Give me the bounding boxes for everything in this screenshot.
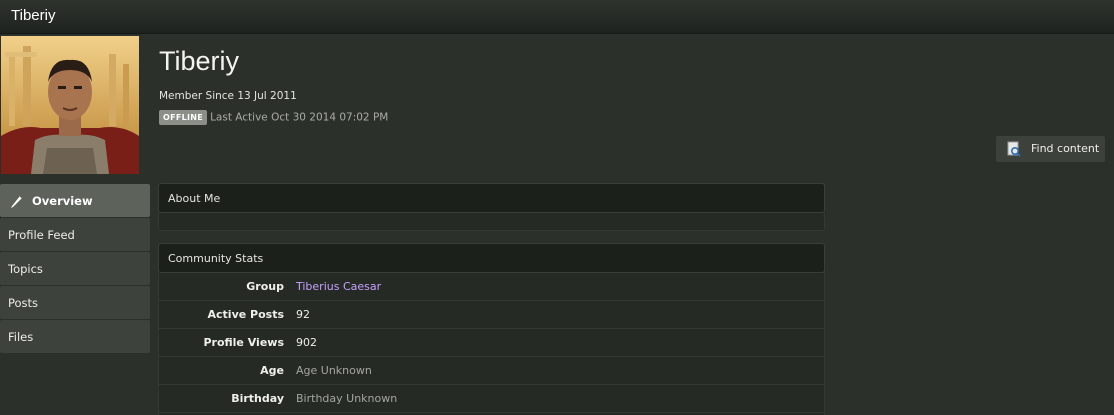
nav-item-label: Posts [8,296,39,310]
nav-item-label: Overview [32,194,93,208]
stat-value: 902 [296,336,317,349]
nav-item-topics[interactable]: Topics [0,252,150,285]
avatar-image [1,36,139,174]
page-header-title: Tiberiy [11,7,56,24]
stat-label: Age [260,364,284,377]
stat-label: Birthday [231,392,284,405]
stat-row-active-posts: Active Posts 92 [159,301,824,329]
nav-item-overview[interactable]: Overview [0,184,150,217]
find-content-button[interactable]: Find content [996,136,1105,162]
stat-row-age: Age Age Unknown [159,357,824,385]
about-me-title: About Me [168,192,221,205]
last-active: Last Active Oct 30 2014 07:02 PM [210,111,389,124]
stat-label: Active Posts [207,308,285,321]
about-me-header: About Me [158,183,825,213]
nav-item-profile-feed[interactable]: Profile Feed [0,218,150,251]
member-since: Member Since 13 Jul 2011 [159,90,297,102]
status-line: OFFLINE Last Active Oct 30 2014 07:02 PM [159,110,388,125]
page-header-bar: Tiberiy [0,0,1114,34]
stat-value: Birthday Unknown [296,392,398,405]
group-link[interactable]: Tiberius Caesar [296,280,381,293]
stat-row-birthday: Birthday Birthday Unknown [159,385,824,413]
community-stats-table: Group Tiberius Caesar Active Posts 92 Pr… [158,273,825,415]
nav-item-label: Profile Feed [8,228,75,242]
profile-nav: Overview Profile Feed Topics Posts Files [0,184,150,354]
stat-row-group: Group Tiberius Caesar [159,273,824,301]
community-stats-header: Community Stats [158,243,825,273]
pencil-icon [9,193,25,212]
profile-name: Tiberiy [159,46,240,76]
avatar[interactable] [1,36,139,174]
status-badge: OFFLINE [159,110,208,125]
nav-item-label: Topics [8,262,43,276]
community-stats-title: Community Stats [168,252,264,265]
nav-item-label: Files [8,330,34,344]
about-me-body [158,213,825,231]
stat-value: 92 [296,308,310,321]
nav-item-files[interactable]: Files [0,320,150,353]
stat-label: Group [246,280,284,293]
stat-row-profile-views: Profile Views 902 [159,329,824,357]
nav-item-posts[interactable]: Posts [0,286,150,319]
stat-value: Age Unknown [296,364,372,377]
find-content-label: Find content [1031,142,1100,155]
search-document-icon [1006,141,1022,160]
stat-label: Profile Views [203,336,284,349]
